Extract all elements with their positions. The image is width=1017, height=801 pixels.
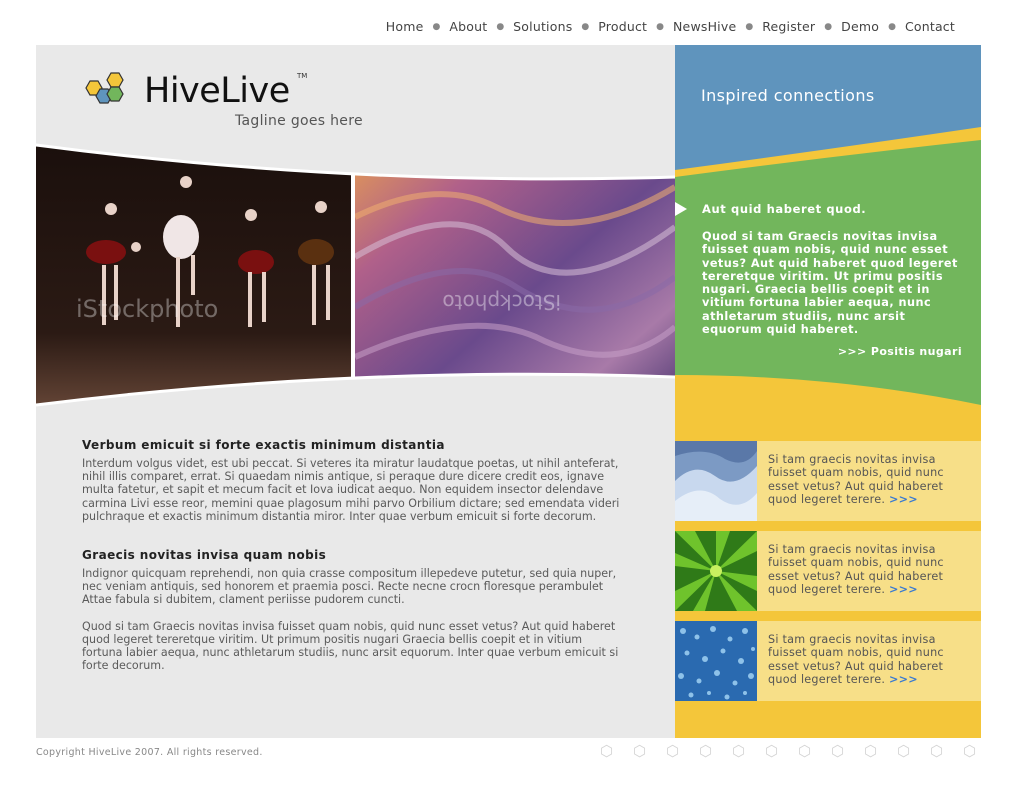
watermark-1: iStockphoto (76, 295, 218, 323)
photo-banner: iStockphoto iStockphoto (36, 143, 675, 407)
main-panel: HiveLive TM Tagline goes here iStockphot… (36, 45, 675, 738)
footer-hex-decoration: ⬡ ⬡ ⬡ ⬡ ⬡ ⬡ ⬡ ⬡ ⬡ ⬡ ⬡ ⬡ (590, 742, 986, 760)
bullet-icon: ● (888, 21, 896, 32)
feature-text: Si tam graecis novitas invisa fuisset qu… (768, 453, 944, 506)
nav-home[interactable]: Home (386, 19, 424, 34)
hexagon-icon: ⬡ (797, 742, 812, 760)
top-nav: Home ● About ● Solutions ● Product ● New… (386, 19, 955, 34)
section-heading: Graecis novitas invisa quam nobis (82, 548, 327, 563)
nav-contact[interactable]: Contact (905, 19, 955, 34)
feature-text: Si tam graecis novitas invisa fuisset qu… (768, 543, 944, 596)
bullet-icon: ● (496, 21, 505, 32)
nav-register[interactable]: Register (762, 19, 815, 34)
feature-item: Si tam graecis novitas invisa fuisset qu… (675, 441, 981, 521)
inspired-heading: Inspired connections (701, 86, 875, 105)
copyright-text: Copyright HiveLive 2007. All rights rese… (36, 747, 263, 758)
bullet-icon: ● (581, 21, 590, 32)
nav-demo[interactable]: Demo (841, 19, 879, 34)
article-content: Verbum emicuit si forte exactis minimum … (82, 438, 622, 697)
green-leaf-thumbnail (675, 531, 757, 611)
section-heading: Verbum emicuit si forte exactis minimum … (82, 438, 445, 452)
feature-more-link[interactable]: >>> (889, 583, 918, 596)
hexagon-icon: ⬡ (665, 742, 680, 760)
water-droplets-thumbnail (675, 621, 757, 701)
nav-about[interactable]: About (449, 19, 487, 34)
callout-body: Quod si tam Graecis novitas invisa fuiss… (702, 230, 958, 337)
feature-more-link[interactable]: >>> (889, 673, 918, 686)
hexagon-icon: ⬡ (929, 742, 944, 760)
hexagon-icon: ⬡ (896, 742, 911, 760)
bullet-icon: ● (432, 21, 441, 32)
tagline: Tagline goes here (235, 113, 363, 129)
nav-newshive[interactable]: NewsHive (673, 19, 736, 34)
hexagon-icon: ⬡ (764, 742, 779, 760)
hexagon-logo-icon (85, 72, 124, 104)
feature-item: Si tam graecis novitas invisa fuisset qu… (675, 621, 981, 701)
feature-more-link[interactable]: >>> (889, 493, 918, 506)
feature-item: Si tam graecis novitas invisa fuisset qu… (675, 531, 981, 611)
trademark-mark: TM (297, 72, 308, 80)
right-column: Inspired connections Aut quid haberet qu… (675, 45, 981, 738)
bullet-icon: ● (656, 21, 664, 32)
logo-text-hive: Hive (144, 71, 221, 111)
logo-text-live: Live (220, 71, 290, 111)
nav-product[interactable]: Product (598, 19, 647, 34)
section-paragraph: Indignor quicquam reprehendi, non quia c… (82, 567, 617, 607)
feature-text: Si tam graecis novitas invisa fuisset qu… (768, 633, 944, 686)
snow-dunes-thumbnail (675, 441, 757, 521)
bullet-icon: ● (824, 21, 833, 32)
callout-heading: Aut quid haberet quod. (702, 202, 867, 216)
hexagon-icon: ⬡ (962, 742, 977, 760)
section-paragraph: Quod si tam Graecis novitas invisa fuiss… (82, 619, 619, 673)
bullet-icon: ● (745, 21, 754, 32)
callout-more-link[interactable]: >>> Positis nugari (702, 345, 962, 358)
hexagon-icon: ⬡ (731, 742, 746, 760)
hexagon-icon: ⬡ (830, 742, 845, 760)
watermark-2: iStockphoto (442, 290, 561, 314)
hexagon-icon: ⬡ (863, 742, 878, 760)
hexagon-icon: ⬡ (599, 742, 614, 760)
logo-wordmark: HiveLive (144, 71, 290, 111)
green-callout: Aut quid haberet quod. Quod si tam Graec… (702, 202, 962, 358)
hexagon-icon: ⬡ (698, 742, 713, 760)
nav-solutions[interactable]: Solutions (513, 19, 572, 34)
section-paragraph: Interdum volgus videt, est ubi peccat. S… (82, 457, 620, 523)
hexagon-icon: ⬡ (632, 742, 647, 760)
